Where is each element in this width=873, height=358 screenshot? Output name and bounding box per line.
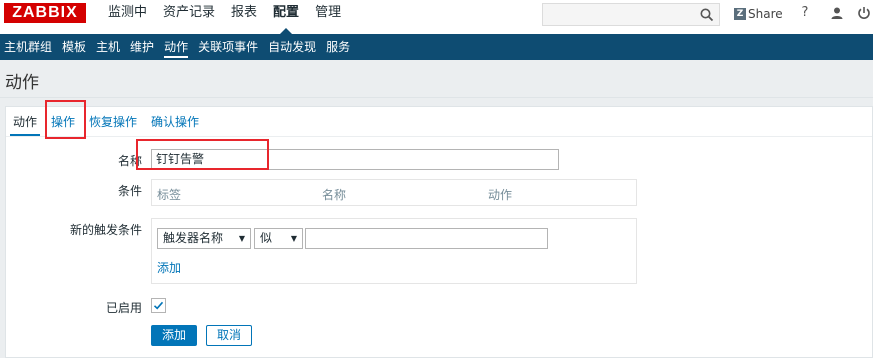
tab-acknowledge-operations[interactable]: 确认操作 (144, 108, 206, 136)
enabled-checkbox[interactable] (151, 298, 166, 313)
user-profile-icon[interactable] (829, 5, 845, 21)
main-nav-reports[interactable]: 报表 (223, 0, 265, 28)
column-header-action: 动作 (488, 188, 513, 202)
sub-nav-discovery[interactable]: 自动发现 (263, 34, 321, 60)
column-header-label: 标签 (157, 188, 182, 202)
conditions-table: 标签 名称 动作 (151, 179, 637, 206)
action-tabs: 动作 操作 恢复操作 确认操作 (6, 108, 206, 136)
cancel-button[interactable]: 取消 (206, 325, 252, 346)
condition-type-value: 触发器名称 (163, 231, 224, 245)
help-icon[interactable]: ? (797, 5, 813, 21)
name-input[interactable]: 钉钉告警 (151, 149, 559, 170)
sub-nav-hosts[interactable]: 主机 (91, 34, 125, 60)
chevron-down-icon: ▼ (238, 234, 245, 243)
enabled-label: 已启用 (105, 301, 142, 315)
main-nav-configuration[interactable]: 配置 (265, 0, 307, 34)
new-condition-label: 新的触发条件 (69, 223, 142, 237)
main-nav-administration[interactable]: 管理 (307, 0, 349, 28)
sub-nav-event-correlation[interactable]: 关联项事件 (193, 34, 263, 60)
page-header: 动作 (0, 60, 873, 98)
sub-nav-actions[interactable]: 动作 (159, 34, 193, 60)
search-icon[interactable] (699, 7, 715, 23)
column-header-name: 名称 (322, 188, 347, 202)
sub-nav-templates[interactable]: 模板 (57, 34, 91, 60)
conditions-label: 条件 (117, 184, 142, 198)
chevron-down-icon: ▼ (290, 234, 297, 243)
main-nav-inventory[interactable]: 资产记录 (155, 0, 223, 28)
sub-nav: 主机群组 模板 主机 维护 动作 关联项事件 自动发现 服务 (0, 34, 873, 60)
name-label: 名称 (117, 154, 142, 168)
tab-recovery-operations[interactable]: 恢复操作 (82, 108, 144, 136)
condition-type-select[interactable]: 触发器名称 ▼ (157, 228, 251, 249)
condition-operator-value: 似 (260, 231, 273, 245)
sub-nav-maintenance[interactable]: 维护 (125, 34, 159, 60)
checkmark-icon (153, 301, 164, 310)
add-condition-link[interactable]: 添加 (157, 259, 181, 276)
share-label: Share (748, 7, 783, 21)
share-button[interactable]: Z Share (734, 5, 783, 23)
condition-operator-select[interactable]: 似 ▼ (254, 228, 303, 249)
sub-nav-services[interactable]: 服务 (321, 34, 355, 60)
tab-divider (6, 136, 872, 137)
condition-value-input[interactable] (305, 228, 548, 249)
add-button[interactable]: 添加 (151, 325, 197, 346)
main-nav-monitoring[interactable]: 监测中 (100, 0, 155, 28)
sign-out-icon[interactable] (856, 5, 872, 21)
tab-operations[interactable]: 操作 (44, 108, 82, 136)
main-nav: 监测中 资产记录 报表 配置 管理 (100, 0, 349, 34)
zabbix-logo[interactable]: ZABBIX (4, 3, 86, 23)
page-title: 动作 (5, 73, 39, 93)
zabbix-share-icon: Z (734, 8, 746, 20)
sub-nav-host-groups[interactable]: 主机群组 (0, 34, 57, 60)
tab-action[interactable]: 动作 (6, 108, 44, 136)
top-bar: ZABBIX 监测中 资产记录 报表 配置 管理 Z Share ? (0, 0, 873, 34)
global-search-input[interactable] (542, 3, 720, 26)
